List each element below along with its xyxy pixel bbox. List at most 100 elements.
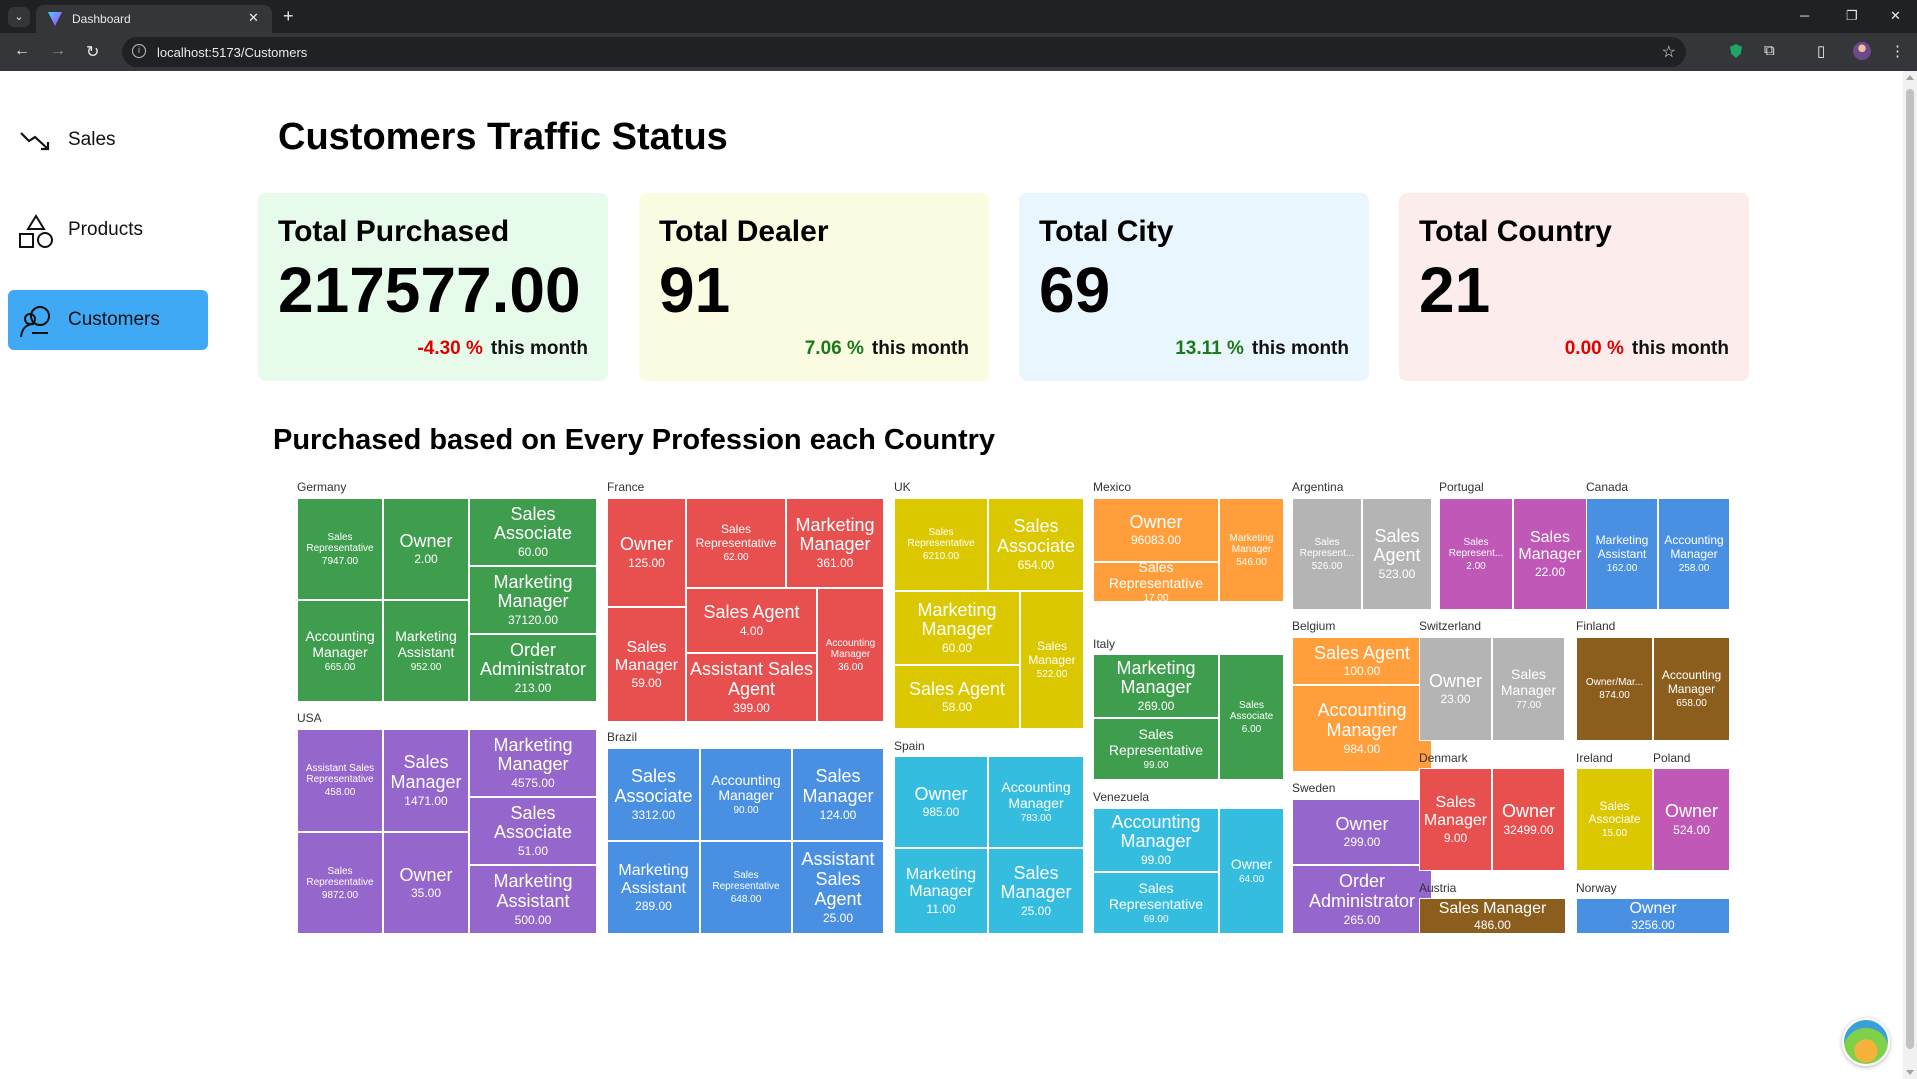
treemap-cell-usa-sales-associate[interactable]: Sales Associate 51.00 [469, 797, 597, 865]
scroll-thumb[interactable] [1906, 89, 1914, 1049]
site-info-icon[interactable]: i [132, 44, 146, 58]
treemap-cell-brazil-sales-manager[interactable]: Sales Manager 124.00 [792, 748, 884, 841]
treemap-cell-denmark-sales-manager[interactable]: Sales Manager 9.00 [1419, 768, 1492, 871]
tab-search-icon[interactable]: ⌄ [8, 7, 30, 27]
treemap-cell-venezuela-accounting-manager[interactable]: Accounting Manager 99.00 [1093, 808, 1219, 872]
reload-icon[interactable]: ↻ [86, 42, 99, 62]
tab-close-icon[interactable]: ✕ [248, 10, 259, 26]
treemap-cell-france-marketing-manager[interactable]: Marketing Manager 361.00 [786, 498, 884, 588]
address-bar[interactable]: i localhost:5173/Customers ☆ [122, 37, 1686, 67]
treemap-cell-denmark-owner[interactable]: Owner 32499.00 [1492, 768, 1565, 871]
treemap-cell-germany-sales-associate[interactable]: Sales Associate 60.00 [469, 498, 597, 566]
treemap-cell-spain-accounting-manager[interactable]: Accounting Manager 783.00 [988, 756, 1084, 848]
treemap-cell-finland-accounting-manager[interactable]: Accounting Manager 658.00 [1653, 637, 1730, 741]
floating-avatar-button[interactable] [1842, 1018, 1890, 1066]
url-text[interactable]: localhost:5173/Customers [157, 45, 307, 60]
treemap-cell-sweden-order-administrator[interactable]: Order Administrator 265.00 [1292, 865, 1432, 934]
treemap-cell-germany-marketing-manager[interactable]: Marketing Manager 37120.00 [469, 566, 597, 634]
treemap-cell-france-owner[interactable]: Owner 125.00 [607, 498, 686, 607]
treemap-cell-portugal-sales-represent[interactable]: Sales Represent... 2.00 [1439, 498, 1513, 610]
treemap-cell-germany-sales-representative[interactable]: Sales Representative 7947.00 [297, 498, 383, 600]
treemap-cell-finland-owner-mar[interactable]: Owner/Mar... 874.00 [1576, 637, 1653, 741]
treemap-cell-value: 60.00 [517, 545, 549, 560]
extensions-puzzle-icon[interactable]: ⧉ [1764, 42, 1775, 59]
treemap-cell-italy-sales-representative[interactable]: Sales Representative 99.00 [1093, 718, 1219, 780]
treemap-cell-brazil-sales-representative[interactable]: Sales Representative 648.00 [700, 841, 792, 934]
treemap-cell-value: 1471.00 [404, 793, 448, 808]
treemap-cell-france-sales-manager[interactable]: Sales Manager 59.00 [607, 607, 686, 722]
treemap-cell-ireland-sales-associate[interactable]: Sales Associate 15.00 [1576, 768, 1653, 871]
treemap-cell-belgium-sales-agent[interactable]: Sales Agent 100.00 [1292, 637, 1432, 685]
sidebar-item-sales[interactable]: Sales [8, 110, 208, 170]
treemap-cell-usa-marketing-assistant[interactable]: Marketing Assistant 500.00 [469, 865, 597, 934]
treemap-cell-usa-sales-manager[interactable]: Sales Manager 1471.00 [383, 729, 469, 832]
treemap-cell-switzerland-sales-manager[interactable]: Sales Manager 77.00 [1492, 637, 1565, 741]
scroll-up-icon[interactable] [1906, 75, 1914, 80]
treemap-cell-france-assistant-sales-agent[interactable]: Assistant Sales Agent 399.00 [686, 653, 817, 722]
treemap-cell-uk-sales-representative[interactable]: Sales Representative 6210.00 [894, 498, 988, 591]
treemap-cell-belgium-accounting-manager[interactable]: Accounting Manager 984.00 [1292, 685, 1432, 772]
treemap-cell-usa-sales-representative[interactable]: Sales Representative 9872.00 [297, 832, 383, 934]
treemap-cell-mexico-owner[interactable]: Owner 96083.00 [1093, 498, 1219, 562]
treemap-cell-spain-sales-manager[interactable]: Sales Manager 25.00 [988, 848, 1084, 934]
minimize-icon[interactable]: ─ [1800, 8, 1809, 23]
new-tab-icon[interactable]: + [283, 6, 294, 27]
browser-tab[interactable]: Dashboard ✕ [36, 5, 272, 33]
treemap-cell-portugal-sales-manager[interactable]: Sales Manager 22.00 [1513, 498, 1587, 610]
treemap-cell-uk-marketing-manager[interactable]: Marketing Manager 60.00 [894, 591, 1020, 665]
back-icon[interactable]: ← [14, 42, 30, 60]
treemap-cell-canada-marketing-assistant[interactable]: Marketing Assistant 162.00 [1586, 498, 1658, 610]
side-panel-icon[interactable]: ▯ [1817, 42, 1825, 60]
treemap-cell-value: 99.00 [1140, 853, 1172, 868]
treemap-cell-brazil-marketing-assistant[interactable]: Marketing Assistant 289.00 [607, 841, 700, 934]
treemap-cell-mexico-marketing-manager[interactable]: Marketing Manager 546.00 [1219, 498, 1284, 602]
treemap-cell-uk-sales-agent[interactable]: Sales Agent 58.00 [894, 665, 1020, 729]
sidebar-item-products[interactable]: Products [8, 200, 208, 260]
treemap-cell-value: 6.00 [1241, 723, 1262, 735]
treemap-cell-uk-sales-associate[interactable]: Sales Associate 654.00 [988, 498, 1084, 591]
treemap-cell-sweden-owner[interactable]: Owner 299.00 [1292, 799, 1432, 865]
treemap-cell-argentina-sales-agent[interactable]: Sales Agent 523.00 [1362, 498, 1432, 610]
treemap-cell-norway-owner[interactable]: Owner 3256.00 [1576, 898, 1730, 934]
treemap-cell-brazil-accounting-manager[interactable]: Accounting Manager 90.00 [700, 748, 792, 841]
treemap-cell-value: 526.00 [1311, 560, 1343, 572]
treemap-cell-austria-sales-manager[interactable]: Sales Manager 486.00 [1419, 898, 1566, 934]
treemap-cell-poland-owner[interactable]: Owner 524.00 [1653, 768, 1730, 871]
treemap-cell-venezuela-owner[interactable]: Owner 64.00 [1219, 808, 1284, 934]
vite-favicon-icon [48, 12, 62, 26]
treemap-cell-canada-accounting-manager[interactable]: Accounting Manager 258.00 [1658, 498, 1730, 610]
treemap-group-label-ireland: Ireland [1576, 751, 1613, 765]
browser-menu-icon[interactable]: ⋮ [1890, 42, 1905, 60]
treemap-cell-italy-marketing-manager[interactable]: Marketing Manager 269.00 [1093, 654, 1219, 718]
close-window-icon[interactable]: ✕ [1890, 8, 1901, 24]
treemap-cell-france-accounting-manager[interactable]: Accounting Manager 36.00 [817, 588, 884, 722]
scroll-down-icon[interactable] [1906, 1070, 1914, 1075]
treemap-cell-spain-marketing-manager[interactable]: Marketing Manager 11.00 [894, 848, 988, 934]
treemap-cell-spain-owner[interactable]: Owner 985.00 [894, 756, 988, 848]
treemap-cell-germany-order-administrator[interactable]: Order Administrator 213.00 [469, 634, 597, 702]
treemap-cell-uk-sales-manager[interactable]: Sales Manager 522.00 [1020, 591, 1084, 729]
treemap-cell-switzerland-owner[interactable]: Owner 23.00 [1419, 637, 1492, 741]
treemap-cell-germany-owner[interactable]: Owner 2.00 [383, 498, 469, 600]
restore-icon[interactable]: ❐ [1846, 8, 1858, 24]
treemap-cell-argentina-sales-represent[interactable]: Sales Represent... 526.00 [1292, 498, 1362, 610]
treemap-cell-venezuela-sales-representative[interactable]: Sales Representative 69.00 [1093, 872, 1219, 934]
treemap-cell-germany-accounting-manager[interactable]: Accounting Manager 665.00 [297, 600, 383, 702]
treemap-group-label-argentina: Argentina [1292, 480, 1344, 494]
treemap-cell-brazil-assistant-sales-agent[interactable]: Assistant Sales Agent 25.00 [792, 841, 884, 934]
forward-icon[interactable]: → [50, 42, 66, 60]
card-period: this month [871, 338, 969, 359]
treemap-cell-usa-owner[interactable]: Owner 35.00 [383, 832, 469, 934]
profile-avatar[interactable] [1853, 42, 1871, 60]
sidebar-item-customers[interactable]: Customers [8, 290, 208, 350]
treemap-cell-brazil-sales-associate[interactable]: Sales Associate 3312.00 [607, 748, 700, 841]
treemap-cell-france-sales-agent[interactable]: Sales Agent 4.00 [686, 588, 817, 653]
page-scrollbar[interactable] [1903, 71, 1917, 1079]
treemap-cell-usa-assistant-sales-representative[interactable]: Assistant Sales Representative 458.00 [297, 729, 383, 832]
treemap-cell-germany-marketing-assistant[interactable]: Marketing Assistant 952.00 [383, 600, 469, 702]
treemap-cell-france-sales-representative[interactable]: Sales Representative 62.00 [686, 498, 786, 588]
treemap-cell-usa-marketing-manager[interactable]: Marketing Manager 4575.00 [469, 729, 597, 797]
treemap-cell-mexico-sales-representative[interactable]: Sales Representative 17.00 [1093, 562, 1219, 602]
bookmark-star-icon[interactable]: ☆ [1662, 42, 1676, 62]
treemap-cell-italy-sales-associate[interactable]: Sales Associate 6.00 [1219, 654, 1284, 780]
